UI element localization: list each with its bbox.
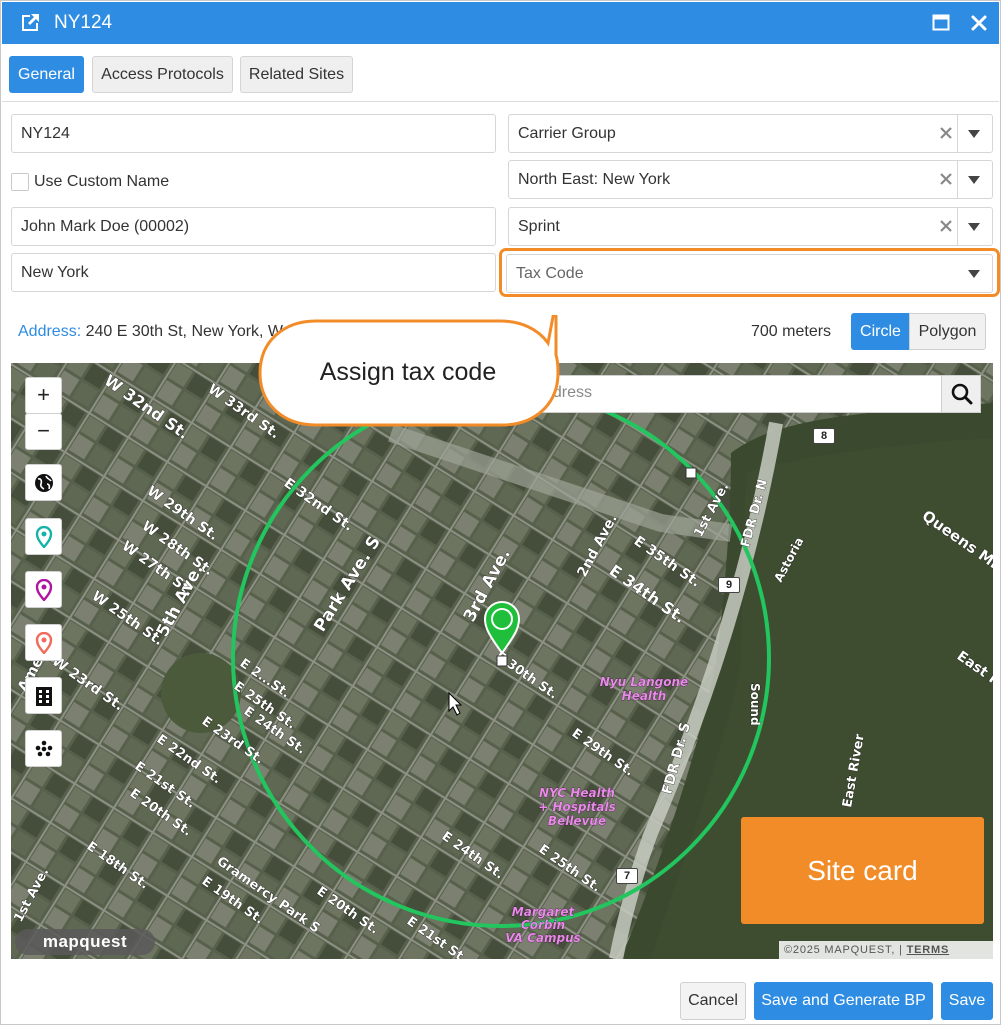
tax-code-highlight <box>499 248 1000 297</box>
address-label: Address: <box>18 323 82 340</box>
zoom-out-button[interactable]: − <box>25 413 62 450</box>
svg-text:Margaret: Margaret <box>512 905 576 919</box>
address-line: Address: 240 E 30th St, New York, W <box>18 321 283 343</box>
svg-text:Nyu Langone: Nyu Langone <box>600 675 688 689</box>
globe-icon[interactable] <box>25 464 62 501</box>
mapquest-logo: mapquest <box>15 929 155 955</box>
title-bar: NY124 <box>2 2 999 44</box>
building-icon[interactable] <box>25 677 62 714</box>
window-title: NY124 <box>54 12 113 33</box>
map-search-button[interactable] <box>941 375 981 413</box>
clear-icon[interactable] <box>938 218 954 234</box>
clear-icon[interactable] <box>938 125 954 141</box>
chevron-down-icon[interactable] <box>968 176 980 184</box>
divider <box>957 161 958 198</box>
divider <box>957 208 958 245</box>
external-link-icon <box>22 14 39 31</box>
svg-text:Health: Health <box>622 689 667 703</box>
pin-salmon-icon[interactable] <box>25 624 62 661</box>
map-search-input[interactable]: ddress <box>531 375 951 413</box>
svg-text:VA Campus: VA Campus <box>505 931 581 945</box>
close-icon[interactable] <box>969 13 989 33</box>
tab-general[interactable]: General <box>9 56 84 93</box>
site-name-input[interactable]: NY124 <box>11 114 496 153</box>
address-value: 240 E 30th St, New York, W <box>85 323 284 340</box>
chevron-down-icon[interactable] <box>968 223 980 231</box>
pin-magenta-icon[interactable] <box>25 571 62 608</box>
svg-text:Bellevue: Bellevue <box>548 814 606 828</box>
radius-value: 700 meters <box>751 323 832 340</box>
save-and-generate-button[interactable]: Save and Generate BP <box>754 982 933 1020</box>
contact-input[interactable]: John Mark Doe (00002) <box>11 207 496 246</box>
divider <box>957 115 958 152</box>
city-input[interactable]: New York <box>11 253 496 292</box>
svg-text:NYC Health: NYC Health <box>539 786 615 800</box>
svg-text:Sound: Sound <box>748 683 762 726</box>
region-select[interactable]: North East: New York <box>508 160 993 199</box>
pin-teal-icon[interactable] <box>25 518 62 555</box>
route-badge: 7 <box>616 868 638 884</box>
chevron-down-icon[interactable] <box>968 130 980 138</box>
save-button[interactable]: Save <box>941 982 993 1020</box>
route-badge: 8 <box>813 428 835 444</box>
carrier-select[interactable]: Sprint <box>508 207 993 246</box>
cluster-icon[interactable] <box>25 730 62 767</box>
map-view[interactable]: W 32nd St. W 33rd St. W 29th St. W 28th … <box>11 363 993 959</box>
callout-text: Assign tax code <box>319 358 497 386</box>
clear-icon[interactable] <box>938 171 954 187</box>
route-badge: 9 <box>718 577 740 593</box>
circle-button[interactable]: Circle <box>851 313 910 350</box>
search-icon <box>951 383 973 405</box>
map-copyright: ©2025 MAPQUEST, | TERMS <box>779 941 993 959</box>
tab-related-sites[interactable]: Related Sites <box>240 56 353 93</box>
maximize-icon[interactable] <box>932 14 950 32</box>
tab-access-protocols[interactable]: Access Protocols <box>92 56 233 93</box>
cancel-button[interactable]: Cancel <box>680 982 746 1020</box>
polygon-button[interactable]: Polygon <box>909 313 986 350</box>
use-custom-name-label: Use Custom Name <box>34 173 170 190</box>
terms-link[interactable]: TERMS <box>907 944 950 956</box>
tab-bar: General Access Protocols Related Sites <box>2 45 999 102</box>
carrier-group-select[interactable]: Carrier Group <box>508 114 993 153</box>
site-card-annotation: Site card <box>741 817 984 924</box>
site-dialog: NY124 General Access Protocols Related S… <box>0 0 1001 1025</box>
zoom-in-button[interactable]: + <box>25 377 62 414</box>
svg-text:Corbin: Corbin <box>521 918 565 932</box>
use-custom-name-checkbox[interactable] <box>11 173 29 191</box>
svg-text:+ Hospitals: + Hospitals <box>538 800 615 814</box>
